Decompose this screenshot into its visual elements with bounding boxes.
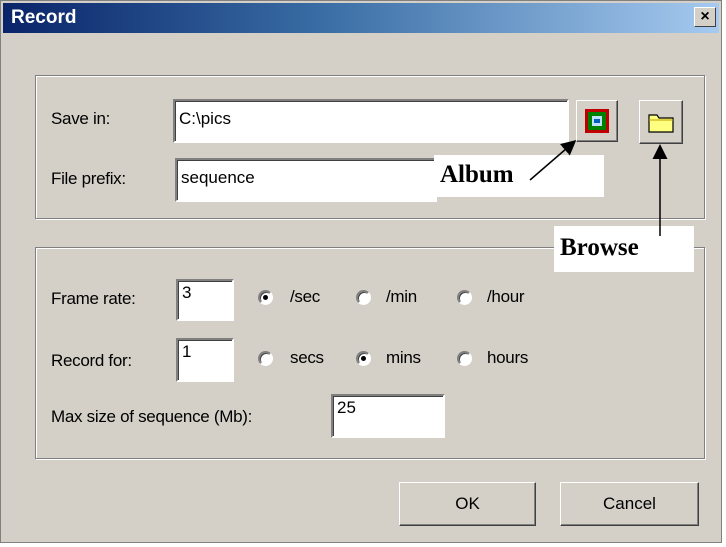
file-prefix-label: File prefix: [51, 169, 126, 188]
save-in-label: Save in: [51, 109, 111, 128]
max-size-input[interactable]: 25 [331, 394, 445, 438]
record-for-label: Record for: [51, 351, 132, 370]
browse-annotation-label: Browse [560, 234, 639, 261]
browse-annotation: Browse [554, 226, 694, 272]
rate-min-label[interactable]: /min [386, 287, 417, 307]
max-size-label: Max size of sequence (Mb): [51, 407, 253, 426]
duration-mins-label[interactable]: mins [386, 348, 421, 368]
frame-rate-label: Frame rate: [51, 289, 136, 308]
duration-mins-radio[interactable] [356, 351, 371, 366]
frame-rate-input[interactable]: 3 [176, 279, 234, 321]
duration-secs-label[interactable]: secs [290, 348, 324, 368]
rate-min-radio[interactable] [356, 290, 371, 305]
rate-sec-radio[interactable] [258, 290, 273, 305]
folder-icon [648, 114, 674, 133]
save-in-input[interactable]: C:\pics [173, 99, 569, 143]
album-icon [585, 109, 609, 133]
ok-button[interactable]: OK [399, 482, 536, 526]
close-button[interactable]: × [694, 7, 716, 27]
title-bar[interactable]: Record × [3, 3, 719, 33]
album-button[interactable] [576, 100, 618, 142]
cancel-button[interactable]: Cancel [560, 482, 699, 526]
browse-button[interactable] [639, 100, 683, 144]
album-annotation-label: Album [440, 161, 514, 188]
rate-hour-radio[interactable] [457, 290, 472, 305]
duration-secs-radio[interactable] [258, 351, 273, 366]
duration-hours-label[interactable]: hours [487, 348, 528, 368]
duration-hours-radio[interactable] [457, 351, 472, 366]
record-for-input[interactable]: 1 [176, 338, 234, 382]
album-annotation: Album [434, 155, 604, 197]
close-icon: × [700, 8, 710, 25]
rate-hour-label[interactable]: /hour [487, 287, 525, 307]
rate-sec-label[interactable]: /sec [290, 287, 320, 307]
window-title: Record [11, 7, 77, 28]
file-prefix-input[interactable]: sequence [175, 158, 437, 202]
